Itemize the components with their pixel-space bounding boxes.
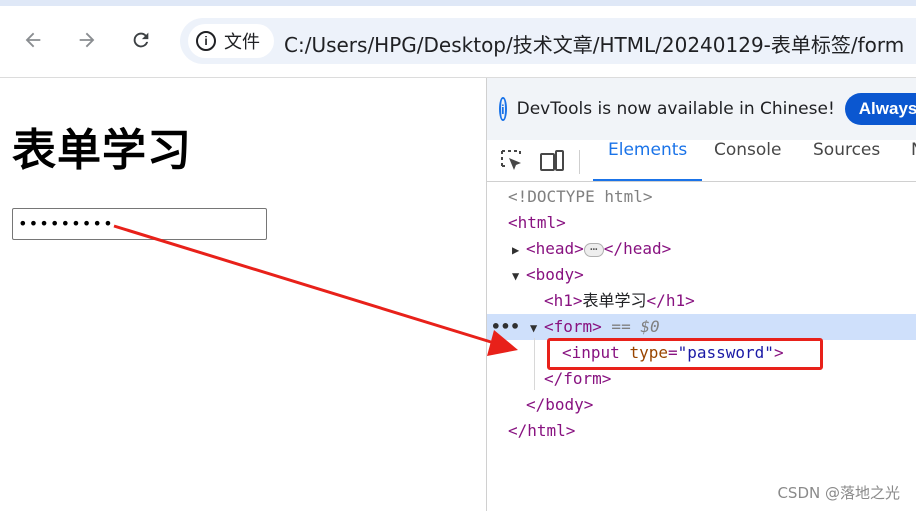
forward-button[interactable]: [69, 22, 105, 58]
form-close-tag: </form>: [544, 369, 612, 388]
h1-open-tag: <h1>: [544, 291, 583, 310]
arrow-right-icon: [79, 32, 95, 48]
tree-row-body[interactable]: ▼ <body>: [487, 262, 916, 288]
devtools-panel: i DevTools is now available in Chinese! …: [486, 78, 916, 511]
csdn-watermark: CSDN @落地之光: [777, 484, 900, 502]
annotation-highlight-box: [547, 338, 823, 370]
tree-row-html[interactable]: <html>: [487, 210, 916, 236]
body-close-tag: </body>: [526, 395, 594, 414]
banner-text: DevTools is now available in Chinese!: [516, 99, 835, 119]
tree-row-head[interactable]: ▶ <head> ⋯ </head>: [487, 236, 916, 262]
password-input[interactable]: •••••••••: [12, 208, 267, 240]
device-toolbar-icon[interactable]: [539, 148, 565, 174]
h1-close-tag: </h1>: [646, 291, 695, 310]
info-icon: i: [499, 97, 507, 121]
html-open-tag: <html>: [508, 213, 566, 232]
address-bar[interactable]: i 文件 C:/Users/HPG/Desktop/技术文章/HTML/2024…: [180, 18, 916, 64]
collapse-triangle-icon[interactable]: ▼: [512, 263, 526, 289]
indent-guide: [534, 338, 535, 390]
site-info-label: 文件: [224, 32, 260, 53]
collapsed-ellipsis-icon[interactable]: ⋯: [583, 242, 604, 257]
tab-network[interactable]: N: [911, 140, 916, 181]
toolbar-divider: [579, 150, 580, 174]
devtools-tab-bar: Elements Console Sources N: [487, 140, 916, 182]
tab-sources[interactable]: Sources: [813, 140, 880, 181]
back-button[interactable]: [15, 22, 51, 58]
body-open-tag: <body>: [526, 265, 584, 284]
tree-row-html-close[interactable]: </html>: [487, 418, 916, 444]
url-text[interactable]: C:/Users/HPG/Desktop/技术文章/HTML/20240129-…: [284, 29, 904, 58]
collapse-triangle-icon[interactable]: ▼: [530, 315, 544, 341]
inspect-element-icon[interactable]: [499, 148, 525, 174]
reload-icon: [133, 32, 149, 48]
tree-row-doctype[interactable]: <!DOCTYPE html>: [487, 184, 916, 210]
page-viewport: 表单学习 •••••••••: [0, 78, 486, 511]
head-close-tag: </head>: [603, 239, 672, 258]
browser-toolbar: i 文件 C:/Users/HPG/Desktop/技术文章/HTML/2024…: [0, 0, 916, 78]
tree-row-form-selected[interactable]: ••• ▼ <form> == $0: [487, 314, 916, 340]
always-match-chrome-language-button[interactable]: Always m: [844, 93, 916, 125]
tab-console[interactable]: Console: [714, 140, 782, 181]
info-icon: i: [196, 31, 216, 51]
tree-row-body-close[interactable]: </body>: [487, 392, 916, 418]
html-close-tag: </html>: [508, 421, 576, 440]
h1-text: 表单学习: [582, 291, 647, 310]
head-open-tag: <head>: [526, 239, 584, 258]
site-info-chip[interactable]: i 文件: [188, 24, 274, 58]
reload-button[interactable]: [123, 22, 159, 58]
selected-node-marker: == $0: [601, 317, 660, 336]
form-open-tag: <form>: [544, 317, 602, 336]
doctype-text: <!DOCTYPE html>: [508, 187, 653, 206]
expand-triangle-icon[interactable]: ▶: [512, 237, 526, 263]
language-banner: i DevTools is now available in Chinese! …: [487, 78, 916, 140]
page-heading: 表单学习: [12, 125, 192, 176]
tree-row-h1[interactable]: <h1>表单学习</h1>: [487, 288, 916, 314]
more-actions-icon[interactable]: •••: [491, 314, 520, 340]
tab-elements[interactable]: Elements: [593, 140, 703, 181]
arrow-left-icon: [25, 32, 41, 48]
